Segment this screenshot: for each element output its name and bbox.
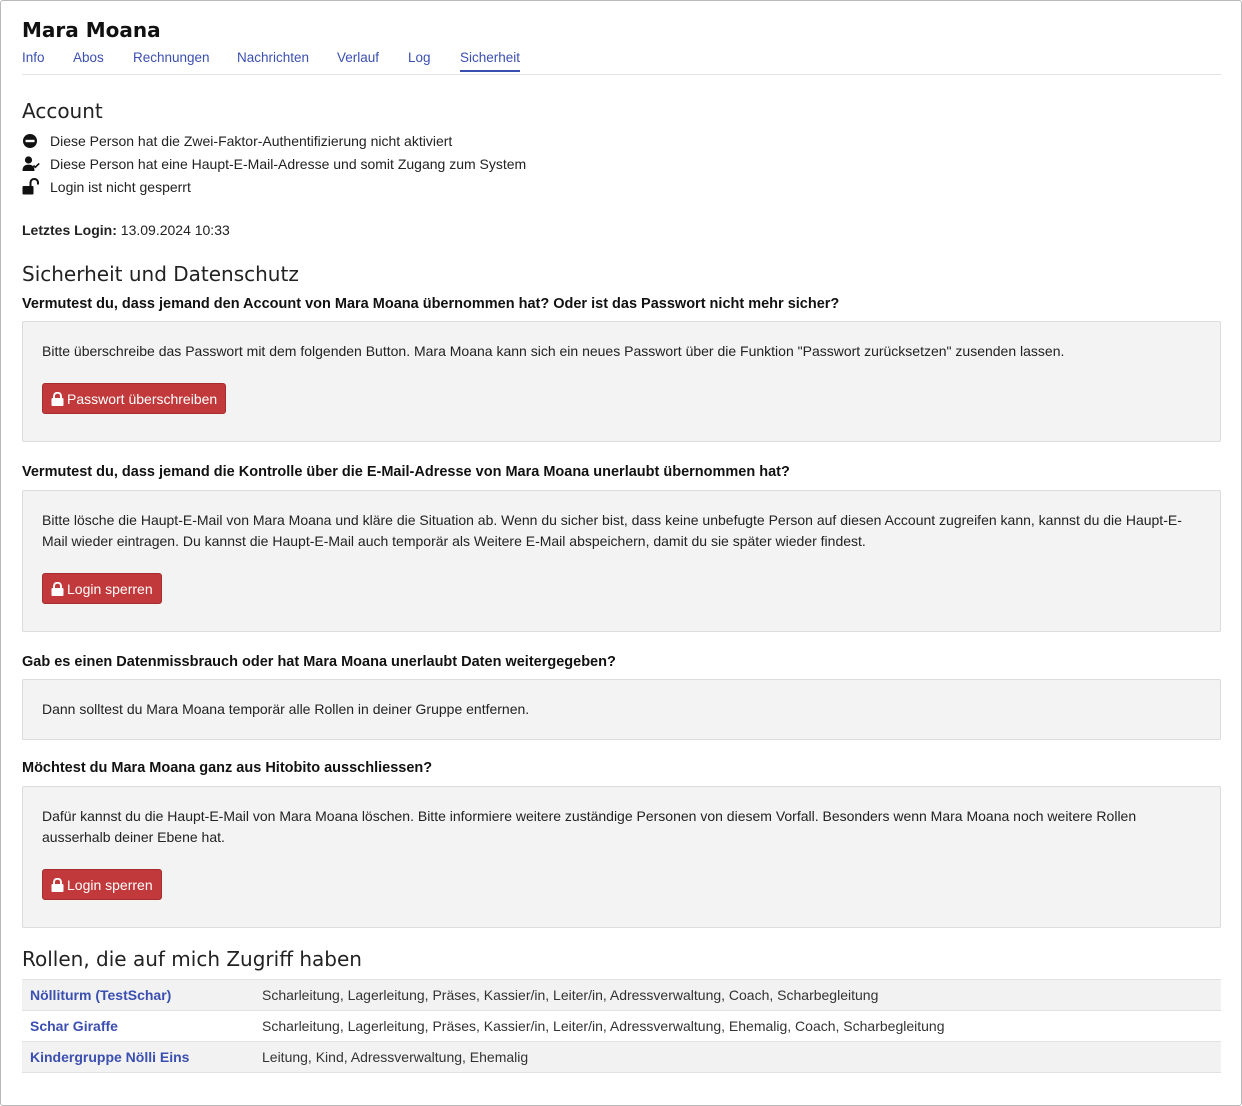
panel-text: Bitte lösche die Haupt-E-Mail von Mara M… [42,512,1182,549]
panel-text: Bitte überschreibe das Passwort mit dem … [42,343,1065,359]
tab-rechnungen[interactable]: Rechnungen [133,50,210,72]
panel-account-takeover: Bitte überschreibe das Passwort mit dem … [22,321,1221,442]
lock-icon [51,391,64,406]
panel-text: Dann solltest du Mara Moana temporär all… [42,701,530,717]
tab-log[interactable]: Log [408,50,431,72]
table-row: Nölliturm (TestSchar) Scharleitung, Lage… [22,979,1221,1011]
table-row: Schar Giraffe Scharleitung, Lagerleitung… [22,1010,1221,1042]
panel-exclude-person: Dafür kannst du die Haupt-E-Mail von Mar… [22,786,1221,928]
status-text: Diese Person hat die Zwei-Faktor-Authent… [50,133,453,149]
question-exclude-person: Möchtest du Mara Moana ganz aus Hitobito… [22,760,433,776]
tab-bar: Info Abos Rechnungen Nachrichten Verlauf… [22,48,1221,75]
panel-email-takeover: Bitte lösche die Haupt-E-Mail von Mara M… [22,490,1221,632]
overwrite-password-button[interactable]: Passwort überschreiben [42,383,227,414]
group-link[interactable]: Nölliturm (TestSchar) [30,987,171,1003]
group-link[interactable]: Kindergruppe Nölli Eins [30,1049,189,1065]
status-two-factor: Diese Person hat die Zwei-Faktor-Authent… [22,131,452,151]
roles-heading: Rollen, die auf mich Zugriff haben [22,947,362,971]
roles-table: Nölliturm (TestSchar) Scharleitung, Lage… [22,979,1221,1073]
last-login: Letztes Login: 13.09.2024 10:33 [22,222,230,238]
lock-login-button[interactable]: Login sperren [42,573,162,604]
minus-circle-icon [22,132,40,150]
status-main-email: Diese Person hat eine Haupt-E-Mail-Adres… [22,154,526,174]
last-login-label: Letztes Login: [22,222,117,238]
lock-login-button-2[interactable]: Login sperren [42,869,162,900]
lock-icon [51,581,64,596]
status-text: Login ist nicht gesperrt [50,179,191,195]
tab-verlauf[interactable]: Verlauf [337,50,379,72]
tab-info[interactable]: Info [22,50,45,72]
panel-data-misuse: Dann solltest du Mara Moana temporär all… [22,679,1221,740]
roles-cell: Leitung, Kind, Adressverwaltung, Ehemali… [254,1041,1221,1073]
question-data-misuse: Gab es einen Datenmissbrauch oder hat Ma… [22,654,616,670]
question-email-takeover: Vermutest du, dass jemand die Kontrolle … [22,464,790,480]
roles-cell: Scharleitung, Lagerleitung, Präses, Kass… [254,979,1221,1011]
user-check-icon [22,155,40,173]
last-login-value: 13.09.2024 10:33 [120,222,230,238]
unlock-icon [22,178,40,196]
button-label: Login sperren [67,580,153,597]
button-label: Login sperren [67,876,153,893]
button-label: Passwort überschreiben [67,390,218,407]
table-row: Kindergruppe Nölli Eins Leitung, Kind, A… [22,1041,1221,1073]
tab-abos[interactable]: Abos [73,50,104,72]
page-title: Mara Moana [22,18,161,42]
status-text: Diese Person hat eine Haupt-E-Mail-Adres… [50,156,527,172]
group-link[interactable]: Schar Giraffe [30,1018,118,1034]
tab-sicherheit[interactable]: Sicherheit [460,50,521,72]
lock-icon [51,877,64,892]
tab-nachrichten[interactable]: Nachrichten [237,50,309,72]
account-heading: Account [22,99,103,123]
security-heading: Sicherheit und Datenschutz [22,262,299,286]
roles-cell: Scharleitung, Lagerleitung, Präses, Kass… [254,1010,1221,1042]
panel-text: Dafür kannst du die Haupt-E-Mail von Mar… [42,808,1137,845]
question-account-takeover: Vermutest du, dass jemand den Account vo… [22,296,840,312]
status-login-lock: Login ist nicht gesperrt [22,177,191,197]
